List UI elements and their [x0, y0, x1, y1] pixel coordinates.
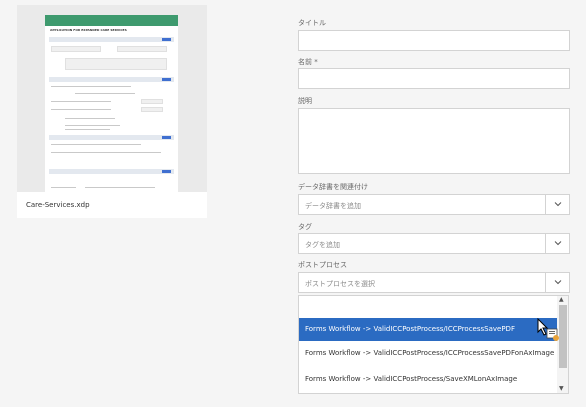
description-textarea[interactable] [298, 108, 570, 174]
title-input[interactable] [298, 30, 570, 51]
form-thumbnail: APPLICATION FOR EXPANDED CARE SERVICES [45, 15, 178, 196]
chevron-down-icon[interactable] [554, 200, 562, 208]
tags-placeholder: タグを追加 [305, 241, 340, 249]
tags-label: タグ [298, 223, 312, 231]
thumbnail-field [117, 46, 167, 52]
thumbnail-line [65, 125, 120, 126]
dictionary-select[interactable]: データ辞書を追加 [298, 194, 570, 215]
postprocess-label: ポストプロセス [298, 261, 347, 269]
thumbnail-line [51, 152, 161, 153]
tags-select[interactable]: タグを追加 [298, 233, 570, 254]
thumbnail-line [51, 101, 111, 102]
mouse-cursor-icon [537, 318, 559, 341]
dictionary-placeholder: データ辞書を追加 [305, 202, 361, 210]
thumbnail-line [51, 86, 131, 87]
dropdown-option[interactable]: Forms Workflow -> ValidICCPostProcess/IC… [299, 318, 558, 341]
postprocess-placeholder: ポストプロセスを選択 [305, 280, 375, 288]
asset-filename: Care-Services.xdp [26, 201, 90, 209]
thumbnail-section [49, 37, 174, 42]
chevron-down-icon[interactable] [554, 278, 562, 286]
asset-card[interactable]: APPLICATION FOR EXPANDED CARE SERVICES C… [17, 5, 207, 218]
description-label: 説明 [298, 97, 312, 105]
thumbnail-title: APPLICATION FOR EXPANDED CARE SERVICES [50, 28, 127, 32]
scroll-down-icon[interactable]: ▼ [559, 385, 564, 392]
name-input[interactable] [298, 68, 570, 89]
thumbnail-field [65, 58, 167, 70]
thumbnail-section [49, 77, 174, 82]
thumbnail-section [49, 135, 174, 140]
name-label: 名前 * [298, 58, 318, 66]
dropdown-option[interactable]: Forms Workflow -> ValidICCPostProcess/IC… [299, 342, 558, 365]
postprocess-dropdown-list[interactable]: Forms Workflow -> ValidICCPostProcess/IC… [298, 295, 569, 394]
thumbnail-line [75, 93, 135, 94]
thumbnail-line [51, 109, 111, 110]
dropdown-option[interactable]: Forms Workflow -> ValidICCPostProcess/Sa… [299, 368, 558, 391]
thumbnail-area: APPLICATION FOR EXPANDED CARE SERVICES [17, 5, 207, 196]
thumbnail-line [51, 144, 141, 145]
scroll-up-icon[interactable]: ▲ [559, 296, 564, 303]
thumbnail-line [65, 129, 110, 130]
chevron-down-icon[interactable] [554, 239, 562, 247]
thumbnail-field [141, 107, 163, 112]
postprocess-select[interactable]: ポストプロセスを選択 [298, 272, 570, 293]
thumbnail-field [141, 99, 163, 104]
dictionary-label: データ辞書を関連付け [298, 183, 368, 191]
thumbnail-line [85, 187, 155, 188]
thumbnail-field [51, 46, 101, 52]
thumbnail-header-bar [45, 15, 178, 26]
thumbnail-line [65, 118, 115, 119]
title-label: タイトル [298, 19, 326, 27]
thumbnail-line [51, 187, 76, 188]
thumbnail-section [49, 169, 174, 174]
